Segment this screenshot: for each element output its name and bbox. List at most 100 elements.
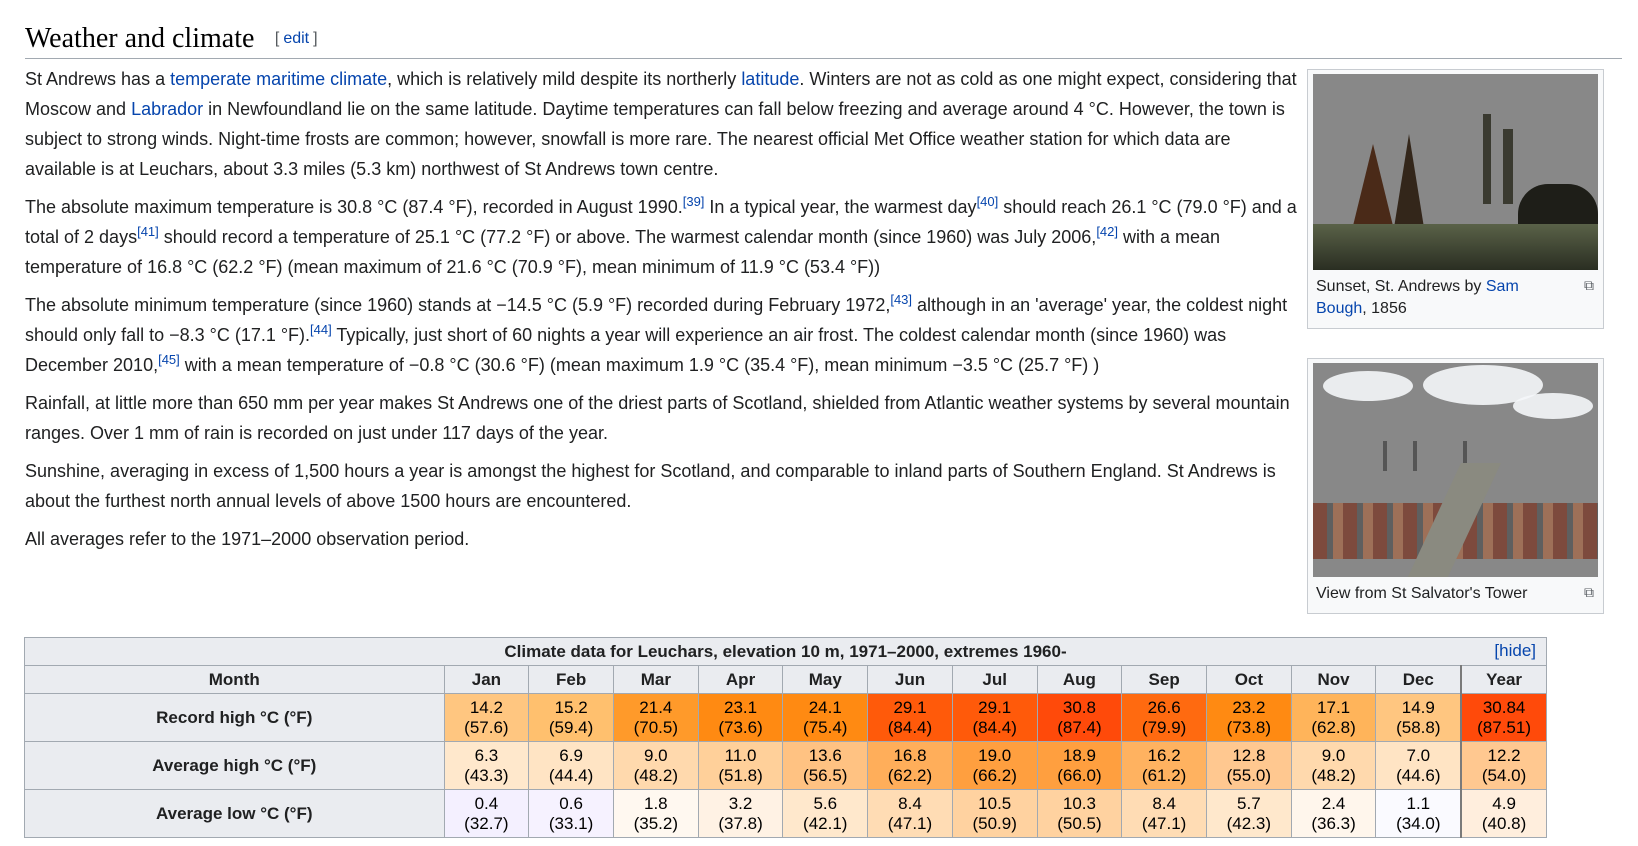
hide-table-link[interactable]: [hide] — [1494, 641, 1536, 661]
celsius-value: 16.8 — [893, 745, 927, 765]
data-cell: 29.1 (84.4) — [951, 693, 1038, 742]
paragraph-text: Sunshine, averaging in excess of 1,500 h… — [25, 461, 1276, 511]
fahrenheit-value: (51.8) — [718, 765, 763, 785]
table-row: Record high °C (°F) 14.2 (57.6) 15.2 (59.4) 2… — [24, 693, 1548, 742]
citation-link[interactable]: [41] — [137, 224, 159, 239]
data-cell: 5.7 (42.3) — [1206, 789, 1292, 838]
celsius-value: 24.1 — [808, 697, 842, 717]
celsius-value: 5.6 — [813, 793, 838, 813]
data-cell: 4.9 (40.8) — [1460, 789, 1548, 838]
data-cell: 2.4 (36.3) — [1290, 789, 1377, 838]
citation-link[interactable]: [44] — [310, 322, 332, 337]
fahrenheit-value: (42.1) — [803, 813, 848, 833]
fahrenheit-value: (75.4) — [803, 717, 848, 737]
celsius-value: 11.0 — [724, 745, 757, 765]
section-title: Weather and climate — [25, 23, 255, 54]
celsius-value: 9.0 — [1321, 745, 1346, 765]
citation-link[interactable]: [45] — [158, 352, 180, 367]
data-cell: 24.1 (75.4) — [782, 693, 869, 742]
edit-section: [edit] — [274, 30, 318, 47]
fahrenheit-value: (79.9) — [1141, 717, 1187, 737]
paragraph-text: , which is relatively mild despite its n… — [387, 69, 742, 89]
article-link[interactable]: latitude — [741, 69, 799, 89]
table-row: Average high °C (°F) 6.3 (43.3) 6.9 (44.4) 9.… — [24, 741, 1548, 790]
fahrenheit-value: (54.0) — [1481, 765, 1527, 785]
fahrenheit-value: (56.5) — [803, 765, 848, 785]
data-cell: 5.6 (42.1) — [782, 789, 869, 838]
citation-link[interactable]: [39] — [683, 194, 705, 209]
celsius-value: 12.8 — [1232, 745, 1266, 765]
fahrenheit-value: (73.6) — [718, 717, 763, 737]
thumb-caption: Sunset, St. Andrews by Sam Bough, 1856 ⧉ — [1313, 270, 1598, 324]
sunset-painting-image[interactable] — [1313, 74, 1598, 270]
celsius-value: 21.4 — [639, 697, 673, 717]
data-cell: 6.9 (44.4) — [528, 741, 614, 790]
data-cell: 15.2 (59.4) — [528, 693, 614, 742]
month-oct: Oct — [1206, 665, 1292, 694]
fahrenheit-value: (73.8) — [1226, 717, 1272, 737]
paragraph-text: should record a temperature of 25.1 °C (… — [158, 227, 1097, 247]
month-apr: Apr — [697, 665, 784, 694]
magnify-icon[interactable]: ⧉ — [1584, 274, 1594, 296]
fahrenheit-value: (87.51) — [1477, 717, 1532, 737]
fahrenheit-value: (57.6) — [464, 717, 509, 737]
celsius-value: 1.8 — [644, 793, 668, 813]
celsius-value: 0.6 — [559, 793, 583, 813]
thumb-sunset: Sunset, St. Andrews by Sam Bough, 1856 ⧉ — [1307, 69, 1604, 329]
data-cell: 8.4 (47.1) — [867, 789, 953, 838]
paragraph-text: with a mean temperature of −0.8 °C (30.6… — [179, 355, 1100, 375]
data-cell: 6.3 (43.3) — [443, 741, 530, 790]
celsius-value: 13.6 — [808, 745, 842, 765]
citation-link[interactable]: [42] — [1096, 224, 1118, 239]
citation-link[interactable]: [40] — [977, 194, 999, 209]
celsius-value: 8.4 — [1152, 793, 1176, 813]
fahrenheit-value: (42.3) — [1226, 813, 1272, 833]
celsius-value: 18.9 — [1062, 745, 1096, 765]
thumb-caption: View from St Salvator's Tower ⧉ — [1313, 577, 1598, 609]
paragraph: St Andrews has a temperate maritime clim… — [25, 64, 1300, 184]
celsius-value: 29.1 — [978, 697, 1012, 717]
fahrenheit-value: (84.4) — [887, 717, 933, 737]
month-aug: Aug — [1036, 665, 1123, 694]
section-heading: Weather and climate [edit] — [25, 20, 1622, 59]
thumb-tower-view: View from St Salvator's Tower ⧉ — [1307, 358, 1604, 614]
paragraph-text: The absolute maximum temperature is 30.8… — [25, 197, 683, 217]
celsius-value: 19.0 — [978, 745, 1012, 765]
fahrenheit-value: (66.0) — [1057, 765, 1102, 785]
edit-link[interactable]: edit — [283, 30, 309, 47]
celsius-value: 12.2 — [1487, 745, 1521, 765]
fahrenheit-value: (58.8) — [1396, 717, 1441, 737]
row-label: Average high °C (°F) — [24, 741, 445, 790]
data-cell: 29.1 (84.4) — [867, 693, 953, 742]
month-jul: Jul — [951, 665, 1038, 694]
celsius-value: 6.3 — [474, 745, 499, 765]
month-year: Year — [1460, 665, 1548, 694]
article-link[interactable]: Labrador — [131, 99, 203, 119]
article-link[interactable]: temperate maritime climate — [170, 69, 387, 89]
data-cell: 12.2 (54.0) — [1460, 741, 1548, 790]
fahrenheit-value: (36.3) — [1311, 813, 1356, 833]
citation-link[interactable]: [43] — [890, 292, 912, 307]
row-label: Average low °C (°F) — [24, 789, 445, 838]
celsius-value: 7.0 — [1406, 745, 1431, 765]
fahrenheit-value: (66.2) — [972, 765, 1017, 785]
data-cell: 9.0 (48.2) — [612, 741, 699, 790]
data-cell: 16.2 (61.2) — [1121, 741, 1207, 790]
paragraph: Sunshine, averaging in excess of 1,500 h… — [25, 456, 1300, 516]
tower-view-image[interactable] — [1313, 363, 1598, 577]
fahrenheit-value: (87.4) — [1057, 717, 1102, 737]
data-cell: 1.8 (35.2) — [612, 789, 699, 838]
magnify-icon[interactable]: ⧉ — [1584, 581, 1594, 603]
data-cell: 18.9 (66.0) — [1036, 741, 1123, 790]
data-cell: 21.4 (70.5) — [612, 693, 699, 742]
data-cell: 23.2 (73.8) — [1206, 693, 1292, 742]
celsius-value: 30.84 — [1482, 697, 1526, 717]
fahrenheit-value: (50.9) — [972, 813, 1017, 833]
celsius-value: 10.5 — [978, 793, 1012, 813]
fahrenheit-value: (32.7) — [464, 813, 509, 833]
celsius-value: 17.1 — [1317, 697, 1351, 717]
celsius-value: 29.1 — [893, 697, 927, 717]
celsius-value: 1.1 — [1406, 793, 1431, 813]
celsius-value: 15.2 — [554, 697, 588, 717]
fahrenheit-value: (59.4) — [548, 717, 594, 737]
